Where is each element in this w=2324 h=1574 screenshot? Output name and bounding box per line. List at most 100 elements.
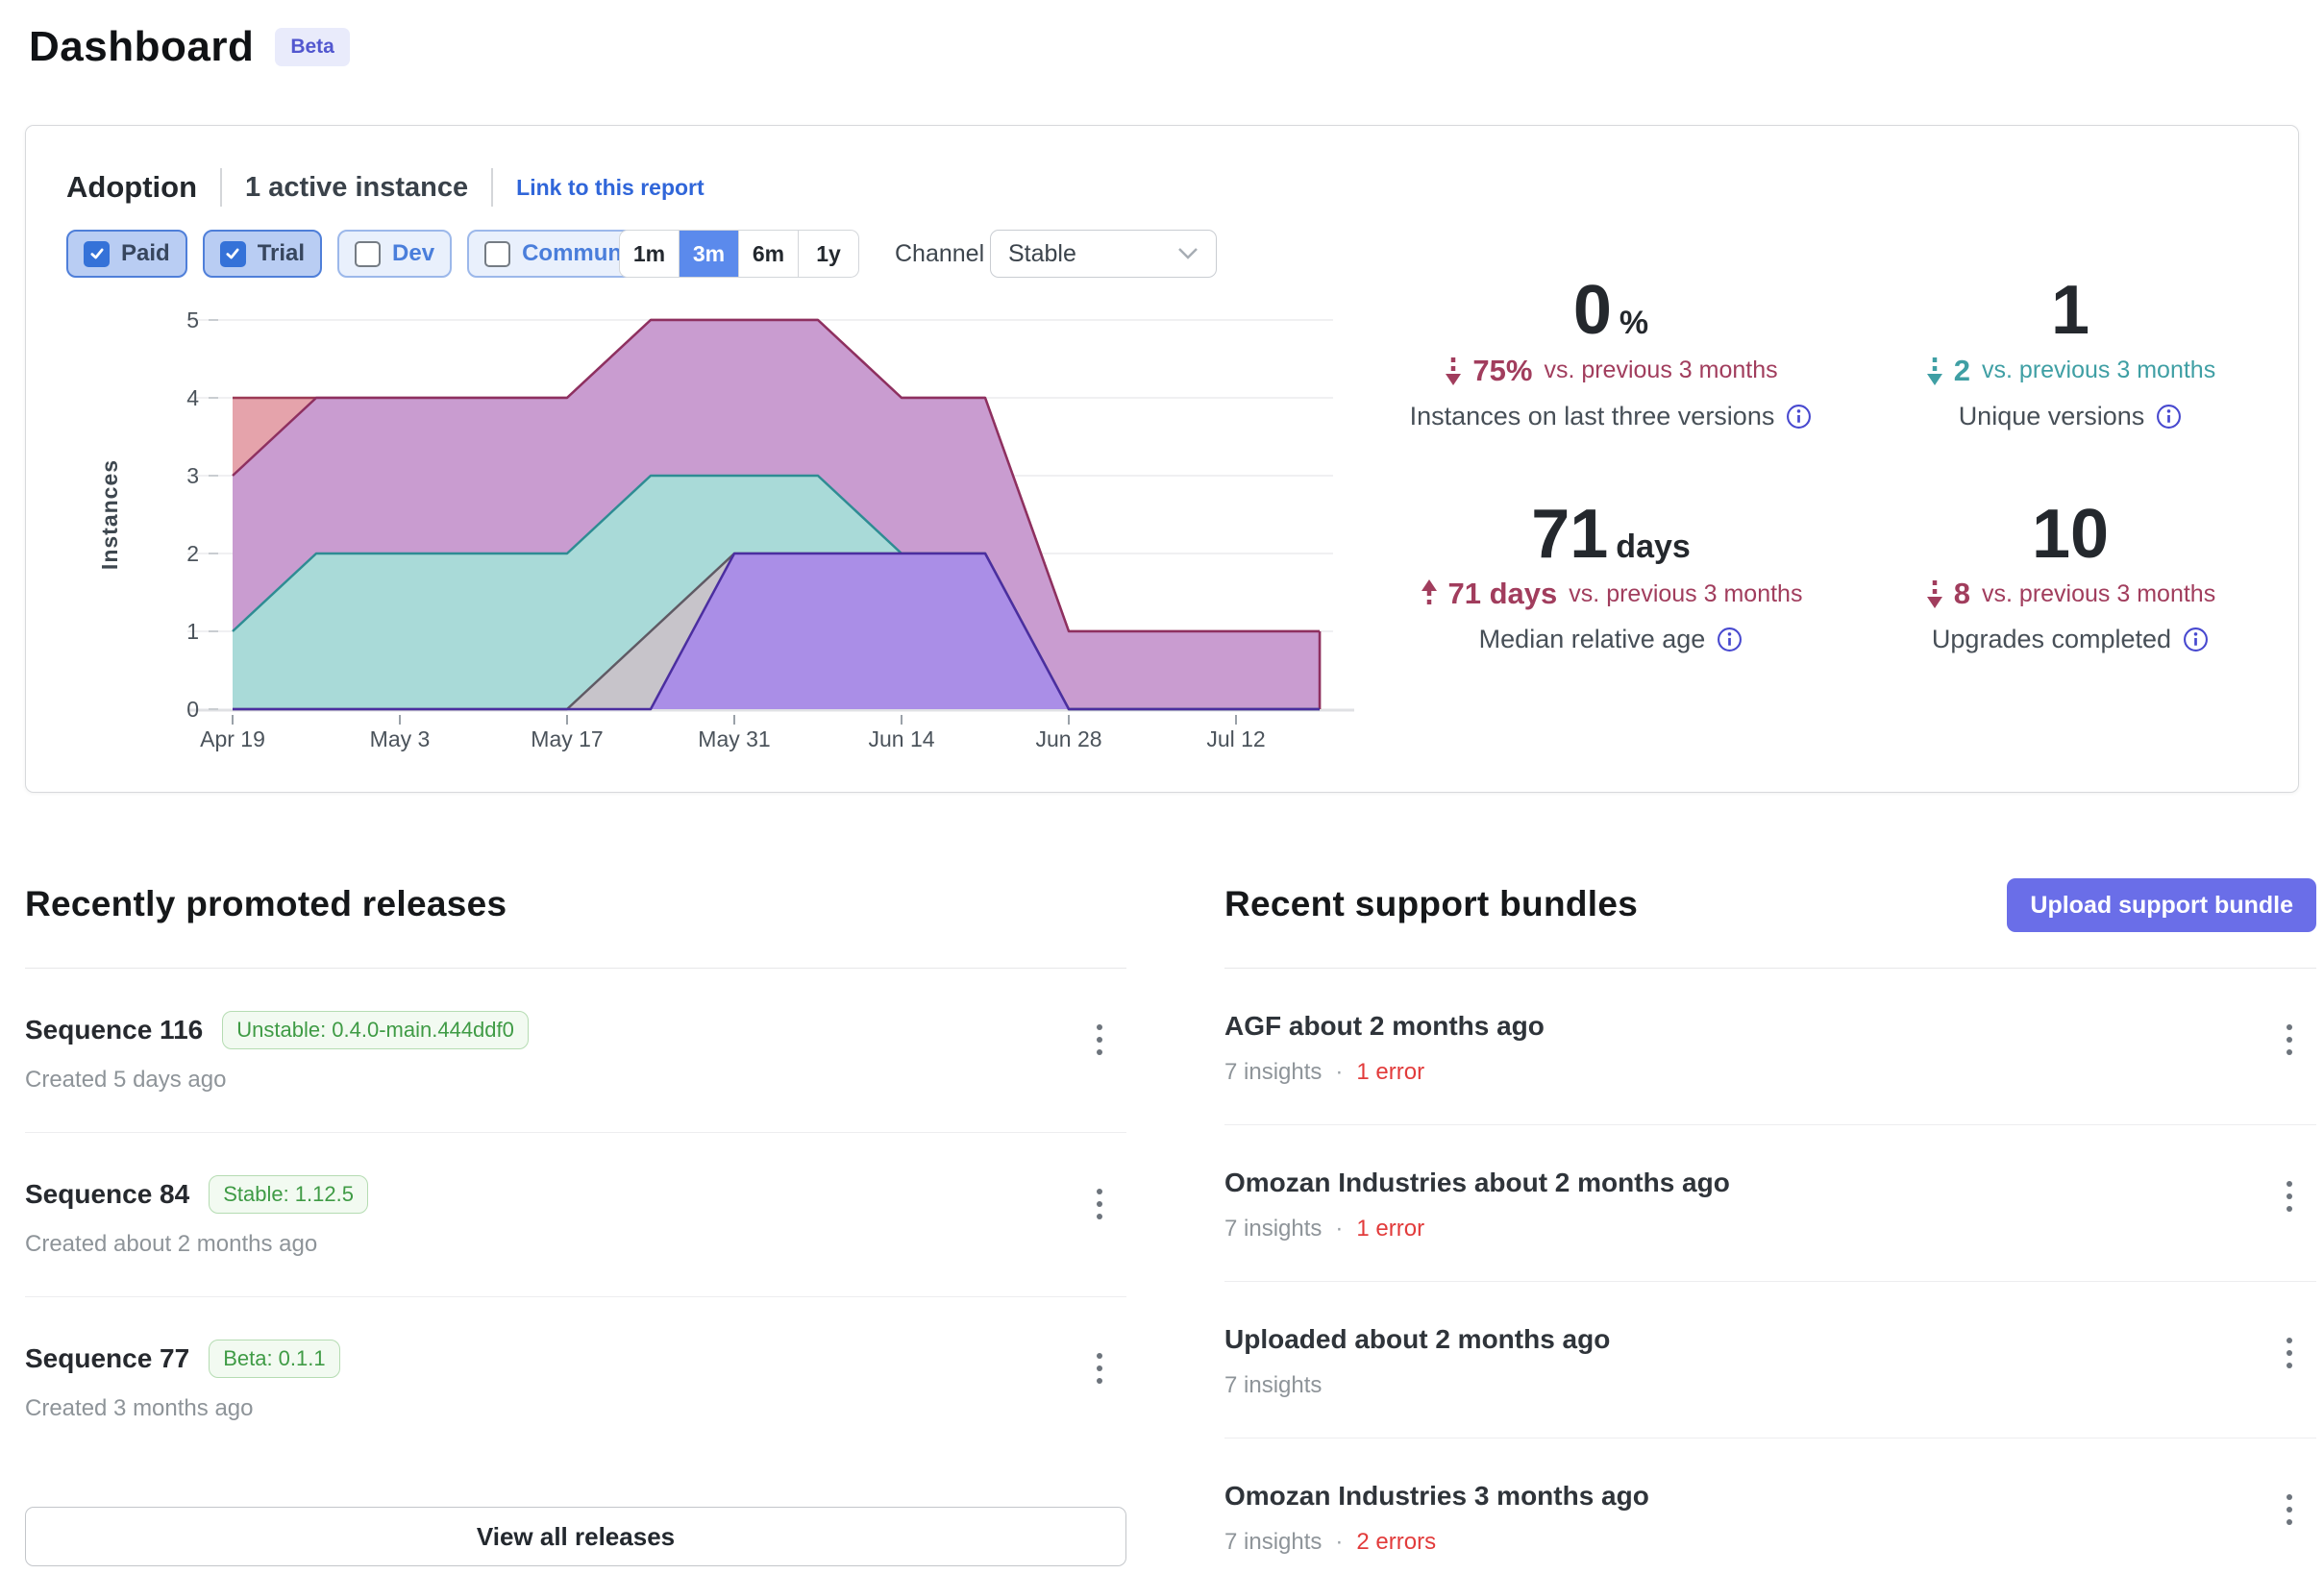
adoption-stats: 0%75%vs. previous 3 monthsInstances on l… bbox=[1381, 270, 2300, 654]
kebab-menu-icon[interactable] bbox=[2270, 1326, 2309, 1380]
svg-text:Jun 28: Jun 28 bbox=[1035, 726, 1101, 751]
divider bbox=[491, 168, 493, 207]
range-button-3m[interactable]: 3m bbox=[680, 231, 739, 277]
checkbox-icon[interactable] bbox=[84, 241, 110, 267]
info-icon[interactable] bbox=[2183, 627, 2209, 652]
page-title: Dashboard bbox=[29, 23, 254, 71]
kebab-menu-icon[interactable] bbox=[2270, 1169, 2309, 1223]
filter-chip-paid[interactable]: Paid bbox=[66, 230, 187, 278]
kebab-menu-icon[interactable] bbox=[2270, 1013, 2309, 1067]
bundle-insights: 7 insights bbox=[1224, 1216, 1322, 1242]
kebab-menu-icon[interactable] bbox=[1080, 1177, 1119, 1231]
kebab-menu-icon[interactable] bbox=[2270, 1483, 2309, 1537]
bundle-errors: 2 errors bbox=[1356, 1529, 1436, 1556]
filter-chip-trial[interactable]: Trial bbox=[203, 230, 322, 278]
release-title: Sequence 77 bbox=[25, 1343, 189, 1374]
adoption-card: Adoption 1 active instance Link to this … bbox=[25, 125, 2299, 793]
channel-select[interactable]: Stable bbox=[990, 230, 1217, 278]
svg-text:May 3: May 3 bbox=[370, 726, 431, 751]
stat-change: 71 days vs. previous 3 months bbox=[1381, 577, 1841, 611]
range-button-1y[interactable]: 1y bbox=[799, 231, 858, 277]
release-title: Sequence 84 bbox=[25, 1179, 189, 1210]
svg-text:Apr 19: Apr 19 bbox=[200, 726, 265, 751]
info-icon[interactable] bbox=[1717, 627, 1743, 652]
svg-text:Instances: Instances bbox=[97, 459, 122, 570]
view-all-releases-button[interactable]: View all releases bbox=[25, 1507, 1126, 1566]
release-version-badge: Stable: 1.12.5 bbox=[209, 1175, 368, 1214]
release-list: Sequence 116 Unstable: 0.4.0-main.444ddf0… bbox=[25, 969, 1126, 1461]
support-bundle-row: Omozan Industries 3 months ago7 insights… bbox=[1224, 1439, 2316, 1574]
bundle-title[interactable]: Omozan Industries 3 months ago bbox=[1224, 1481, 1649, 1512]
release-version-badge: Unstable: 0.4.0-main.444ddf0 bbox=[222, 1011, 529, 1049]
filter-chip-label: Paid bbox=[121, 240, 170, 267]
dot-separator: · bbox=[1335, 1529, 1343, 1556]
chevron-down-icon bbox=[1177, 247, 1199, 260]
bundle-errors: 1 error bbox=[1356, 1216, 1424, 1242]
stat-value: 1 bbox=[1841, 275, 2300, 348]
releases-heading: Recently promoted releases bbox=[25, 884, 507, 924]
bundle-title[interactable]: Omozan Industries about 2 months ago bbox=[1224, 1168, 1730, 1198]
svg-text:4: 4 bbox=[186, 385, 199, 410]
stat-card: 12vs. previous 3 monthsUnique versions bbox=[1841, 270, 2300, 431]
stat-delta-suffix: vs. previous 3 months bbox=[1982, 580, 2215, 608]
bundle-title[interactable]: Uploaded about 2 months ago bbox=[1224, 1324, 1610, 1355]
stat-value: 10 bbox=[1841, 499, 2300, 572]
svg-text:0: 0 bbox=[186, 697, 199, 722]
release-created: Created about 2 months ago bbox=[25, 1231, 1126, 1258]
bundle-insights: 7 insights bbox=[1224, 1372, 1322, 1399]
bundle-errors: 1 error bbox=[1356, 1059, 1424, 1086]
svg-text:1: 1 bbox=[186, 619, 199, 644]
info-icon[interactable] bbox=[1786, 404, 1812, 430]
support-bundle-row: Uploaded about 2 months ago 7 insights bbox=[1224, 1282, 2316, 1439]
stat-delta: 8 bbox=[1954, 577, 1970, 611]
checkbox-icon[interactable] bbox=[220, 241, 246, 267]
stat-number: 10 bbox=[2032, 499, 2109, 572]
kebab-menu-icon[interactable] bbox=[1080, 1013, 1119, 1067]
active-instance-count: 1 active instance bbox=[245, 172, 468, 204]
bundle-title[interactable]: AGF about 2 months ago bbox=[1224, 1011, 1545, 1042]
adoption-area-chart: Apr 19May 3May 17May 31Jun 14Jun 28Jul 1… bbox=[26, 310, 1362, 764]
stat-card: 0%75%vs. previous 3 monthsInstances on l… bbox=[1381, 270, 1841, 431]
svg-text:2: 2 bbox=[186, 541, 199, 566]
release-row: Sequence 77Beta: 0.1.1Created 3 months a… bbox=[25, 1297, 1126, 1461]
stat-delta-suffix: vs. previous 3 months bbox=[1569, 580, 1802, 608]
link-to-report[interactable]: Link to this report bbox=[516, 175, 705, 201]
check-icon bbox=[89, 246, 105, 261]
trend-down-icon bbox=[1444, 354, 1463, 388]
svg-text:May 17: May 17 bbox=[531, 726, 603, 751]
release-row: Sequence 116 Unstable: 0.4.0-main.444ddf0… bbox=[25, 969, 1126, 1133]
stat-number: 71 bbox=[1531, 499, 1608, 572]
stat-card: 108vs. previous 3 monthsUpgrades complet… bbox=[1841, 494, 2300, 655]
svg-text:5: 5 bbox=[186, 310, 199, 332]
upload-support-bundle-button[interactable]: Upload support bundle bbox=[2007, 878, 2316, 932]
stat-change: 2vs. previous 3 months bbox=[1841, 354, 2300, 388]
range-button-6m[interactable]: 6m bbox=[739, 231, 799, 277]
channel-label: Channel bbox=[895, 230, 984, 278]
svg-text:3: 3 bbox=[186, 463, 199, 488]
info-icon[interactable] bbox=[2156, 404, 2182, 430]
release-row: Sequence 84 Stable: 1.12.5 Created about 2… bbox=[25, 1133, 1126, 1297]
stat-unit: days bbox=[1616, 529, 1691, 566]
filter-chip-dev[interactable]: Dev bbox=[337, 230, 452, 278]
range-button-1m[interactable]: 1m bbox=[620, 231, 680, 277]
adoption-title: Adoption bbox=[66, 170, 197, 205]
dot-separator: · bbox=[1335, 1216, 1343, 1242]
license-filter-chips: PaidTrialDevCommunity bbox=[66, 230, 666, 278]
stat-delta: 71 days bbox=[1448, 577, 1558, 611]
releases-section: Recently promoted releases Sequence 116 U… bbox=[25, 884, 1126, 1574]
svg-text:May 31: May 31 bbox=[698, 726, 770, 751]
kebab-menu-icon[interactable] bbox=[1080, 1341, 1119, 1395]
beta-badge: Beta bbox=[275, 28, 350, 66]
filter-chip-label: Dev bbox=[392, 240, 434, 267]
checkbox-icon[interactable] bbox=[484, 241, 510, 267]
bundle-insights: 7 insights bbox=[1224, 1059, 1322, 1086]
release-title: Sequence 116 bbox=[25, 1015, 203, 1045]
trend-down-icon bbox=[1925, 354, 1944, 388]
checkbox-icon[interactable] bbox=[355, 241, 381, 267]
release-version-badge: Beta: 0.1.1 bbox=[209, 1340, 339, 1378]
filter-chip-label: Trial bbox=[258, 240, 305, 267]
stat-delta-suffix: vs. previous 3 months bbox=[1544, 357, 1777, 384]
stat-number: 0 bbox=[1573, 275, 1612, 348]
stat-label: Instances on last three versions bbox=[1381, 402, 1841, 431]
release-created: Created 5 days ago bbox=[25, 1067, 1126, 1094]
